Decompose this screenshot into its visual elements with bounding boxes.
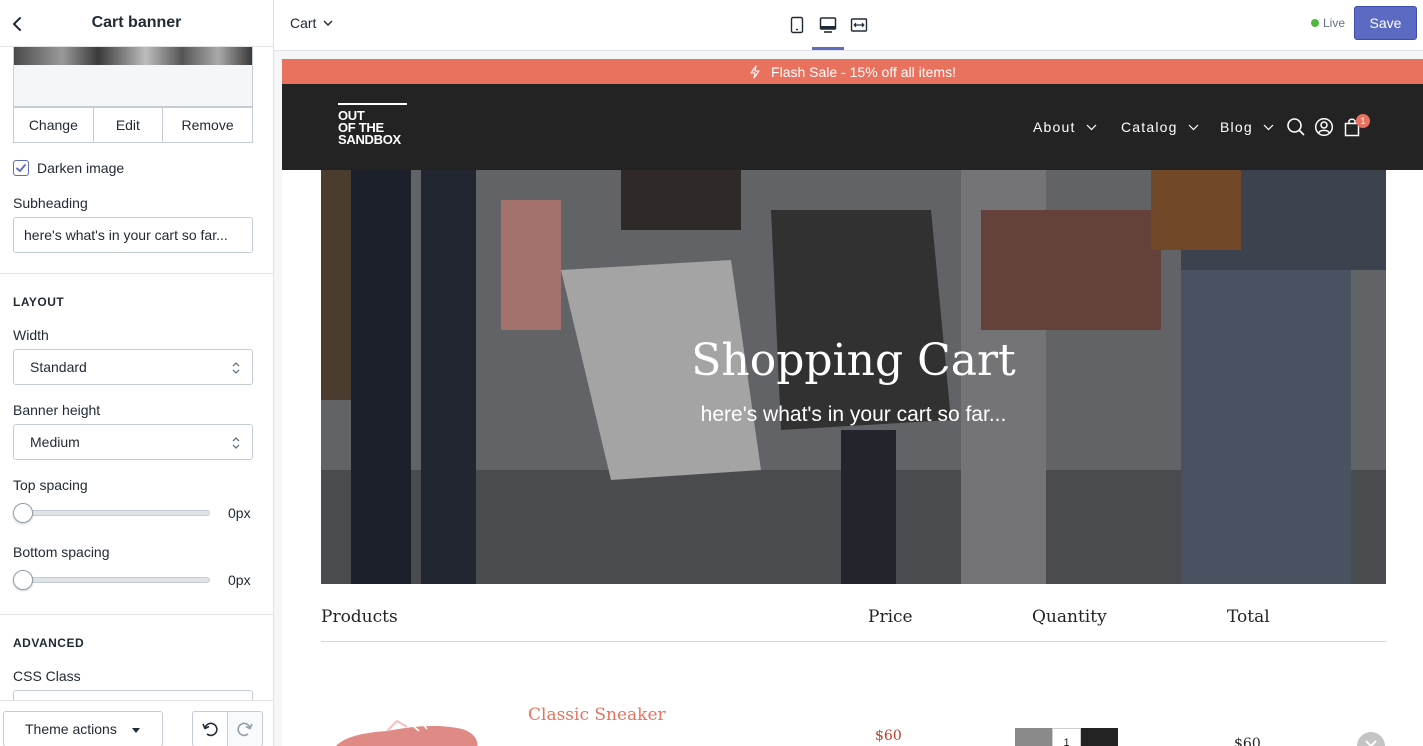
undo-button[interactable]	[192, 711, 228, 746]
banner-image-thumbnail	[13, 47, 253, 107]
bottom-spacing-slider-track[interactable]	[13, 577, 210, 583]
table-header-divider	[321, 641, 1386, 642]
cart-banner[interactable]: Shopping Cart here's what's in your cart…	[321, 170, 1386, 584]
darken-image-checkbox[interactable]	[13, 160, 29, 176]
logo-line: SANDBOX	[338, 132, 401, 147]
nav-item-about[interactable]: About	[1033, 119, 1097, 135]
total-column-header: Total	[1227, 607, 1270, 627]
active-view-indicator	[812, 47, 844, 50]
live-status-label: Live	[1323, 16, 1346, 30]
nav-label: Blog	[1220, 119, 1253, 135]
product-name-link[interactable]: Classic Sneaker	[528, 705, 666, 725]
lightning-icon	[750, 64, 760, 79]
banner-title: Shopping Cart	[691, 335, 1016, 386]
advanced-section-title: ADVANCED	[13, 636, 85, 650]
mobile-view-button[interactable]	[785, 13, 809, 37]
store-logo[interactable]: OUT OF THE SANDBOX	[338, 103, 410, 151]
section-divider	[0, 614, 273, 615]
save-button[interactable]: Save	[1354, 6, 1417, 40]
banner-height-label: Banner height	[13, 402, 101, 418]
width-select-value: Standard	[30, 359, 87, 375]
width-select[interactable]: Standard	[13, 349, 253, 385]
nav-item-blog[interactable]: Blog	[1220, 119, 1274, 135]
close-icon	[1365, 740, 1377, 746]
desktop-icon	[819, 17, 837, 33]
section-divider	[0, 273, 273, 274]
checkmark-icon	[16, 164, 26, 172]
top-spacing-value: 0px	[228, 505, 251, 521]
quantity-column-header: Quantity	[1032, 607, 1107, 627]
theme-actions-button[interactable]: Theme actions	[3, 711, 163, 746]
top-spacing-slider-track[interactable]	[13, 510, 210, 516]
chevron-down-icon	[1086, 124, 1097, 130]
nav-item-catalog[interactable]: Catalog	[1121, 119, 1199, 135]
products-column-header: Products	[321, 607, 398, 627]
select-arrows-icon	[232, 437, 240, 449]
top-spacing-slider-thumb[interactable]	[13, 503, 33, 523]
product-line-total: $60	[1234, 736, 1261, 746]
fullscreen-view-button[interactable]	[847, 13, 871, 37]
select-arrows-icon	[232, 362, 240, 374]
quantity-input[interactable]: 1	[1052, 728, 1081, 746]
remove-image-button[interactable]: Remove	[163, 108, 252, 142]
bottom-spacing-value: 0px	[228, 572, 251, 588]
editor-sidebar: Cart banner Change Edit Remove Darken im…	[0, 0, 274, 746]
width-label: Width	[13, 327, 49, 343]
banner-height-select[interactable]: Medium	[13, 424, 253, 460]
storefront-preview[interactable]: Flash Sale - 15% off all items! OUT OF T…	[282, 59, 1423, 746]
subheading-label: Subheading	[13, 195, 88, 211]
sidebar-footer: Theme actions	[0, 700, 273, 746]
mobile-icon	[790, 16, 804, 34]
page-selector-label: Cart	[290, 15, 317, 31]
sidebar-header: Cart banner	[0, 0, 273, 47]
cart-count-badge: 1	[1356, 114, 1370, 128]
preview-gutter	[274, 51, 1423, 59]
banner-height-select-value: Medium	[30, 434, 80, 450]
preview-gutter-left	[274, 51, 282, 746]
subheading-input[interactable]	[13, 217, 253, 253]
edit-image-button[interactable]: Edit	[94, 108, 164, 142]
nav-label: Catalog	[1121, 119, 1178, 135]
quantity-increase-button[interactable]	[1081, 728, 1118, 746]
theme-actions-label: Theme actions	[25, 721, 117, 737]
css-class-label: CSS Class	[13, 668, 81, 684]
product-image-sneaker[interactable]	[327, 719, 482, 746]
editor-topbar: Cart Live Save	[274, 0, 1423, 51]
expand-icon	[850, 18, 868, 32]
caret-down-icon	[132, 728, 140, 733]
redo-button[interactable]	[227, 711, 263, 746]
desktop-view-button[interactable]	[816, 13, 840, 37]
layout-section-title: LAYOUT	[13, 295, 65, 309]
change-image-button[interactable]: Change	[14, 108, 94, 142]
bottom-spacing-slider-thumb[interactable]	[13, 570, 33, 590]
darken-image-label: Darken image	[37, 160, 125, 176]
store-header: OUT OF THE SANDBOX About Catalog Blog 1	[282, 84, 1423, 170]
nav-label: About	[1033, 119, 1076, 135]
announcement-text: Flash Sale - 15% off all items!	[771, 63, 956, 80]
account-icon[interactable]	[1314, 117, 1334, 137]
chevron-down-icon	[323, 20, 333, 26]
page-selector[interactable]: Cart	[290, 15, 333, 31]
price-column-header: Price	[868, 607, 913, 627]
chevron-down-icon	[1263, 124, 1274, 130]
sidebar-settings[interactable]: Change Edit Remove Darken image Subheadi…	[0, 47, 273, 700]
live-status-dot	[1311, 19, 1319, 27]
search-icon[interactable]	[1286, 117, 1306, 137]
product-price: $60	[875, 728, 902, 744]
chevron-down-icon	[1188, 124, 1199, 130]
css-class-input[interactable]	[13, 690, 253, 700]
announcement-bar[interactable]: Flash Sale - 15% off all items!	[282, 59, 1423, 84]
darken-image-checkbox-row[interactable]: Darken image	[13, 160, 124, 176]
sidebar-title: Cart banner	[91, 14, 182, 31]
redo-icon	[237, 722, 253, 737]
top-spacing-label: Top spacing	[13, 477, 88, 493]
undo-icon	[202, 722, 218, 737]
banner-subtitle: here's what's in your cart so far...	[700, 403, 1007, 426]
image-actions: Change Edit Remove	[13, 107, 253, 143]
quantity-decrease-button[interactable]	[1015, 728, 1052, 746]
bottom-spacing-label: Bottom spacing	[13, 544, 110, 560]
remove-item-button[interactable]	[1357, 732, 1385, 746]
